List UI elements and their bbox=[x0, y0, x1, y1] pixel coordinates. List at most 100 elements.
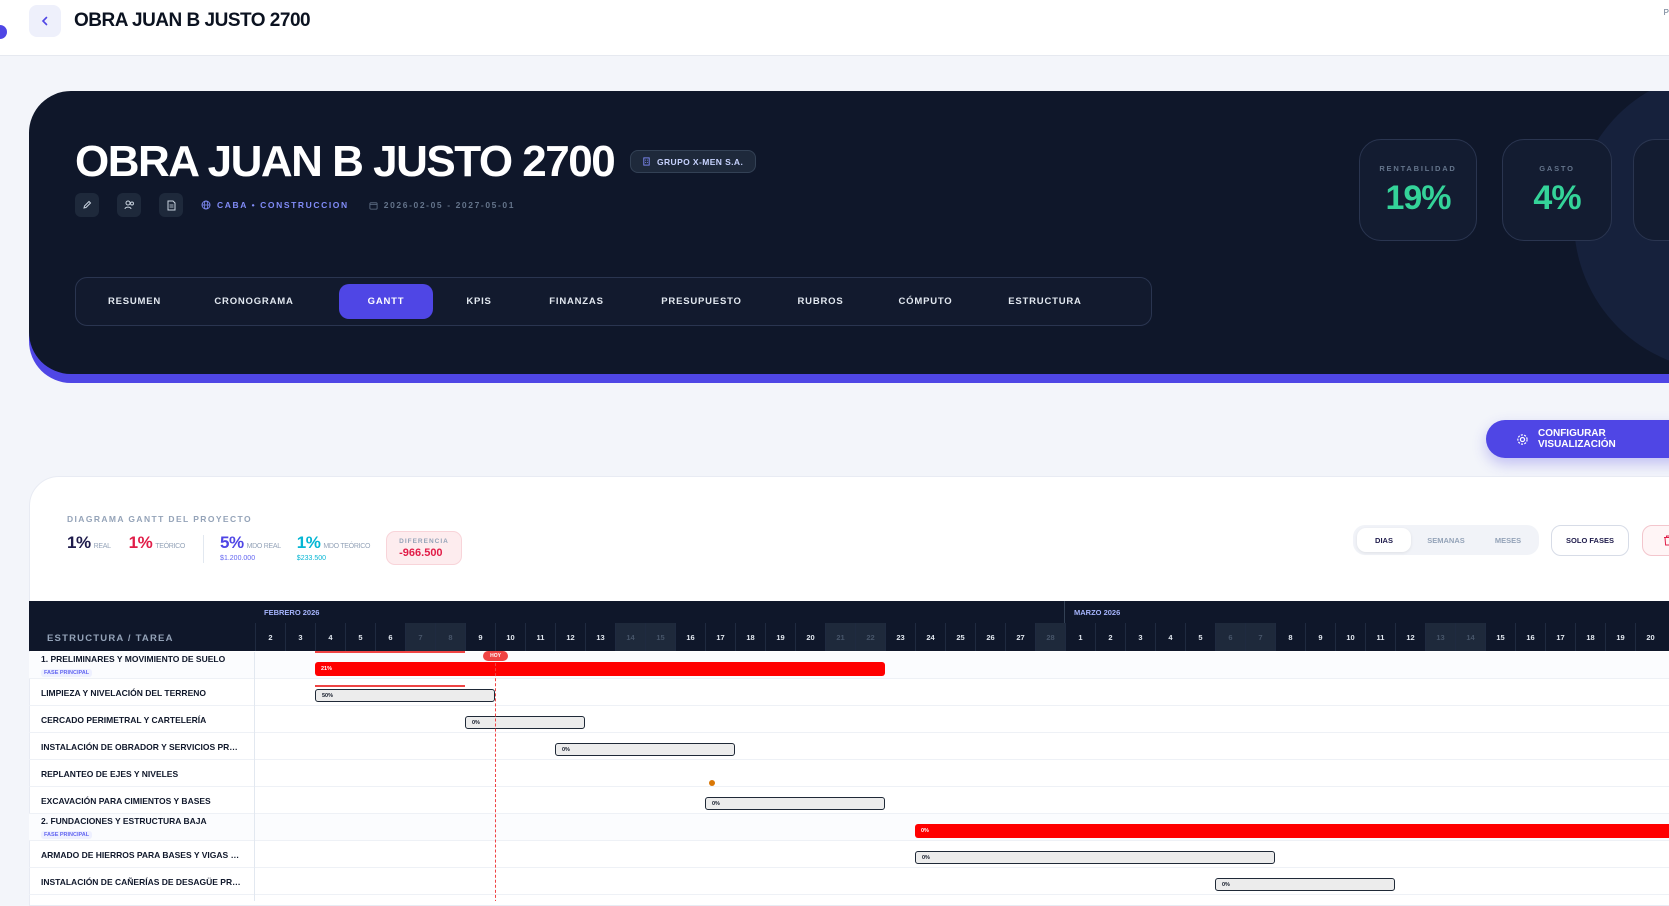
row-name: 2. FUNDACIONES Y ESTRUCTURA BAJA bbox=[41, 816, 207, 826]
day-cell: 13 bbox=[585, 623, 615, 651]
task-row[interactable]: REPLANTEO DE EJES Y NIVELES bbox=[29, 760, 1669, 787]
day-cell: 3 bbox=[1125, 623, 1155, 651]
solo-fases-button[interactable]: SOLO FASES bbox=[1551, 525, 1629, 556]
location-text: CABA • CONSTRUCCION bbox=[217, 200, 349, 210]
project-title: OBRA JUAN B JUSTO 2700 bbox=[75, 137, 616, 186]
tab-computo[interactable]: CÓMPUTO bbox=[876, 284, 975, 319]
day-cell: 13 bbox=[1425, 623, 1455, 651]
gantt-bar-obrador[interactable]: 0% bbox=[555, 743, 735, 756]
day-cell: 26 bbox=[975, 623, 1005, 651]
view-mode-meses[interactable]: MESES bbox=[1481, 528, 1535, 552]
view-mode-semanas[interactable]: SEMANAS bbox=[1415, 528, 1477, 552]
stat-teorico: 1% TEÓRICO bbox=[128, 533, 186, 553]
day-cell: 17 bbox=[705, 623, 735, 651]
view-mode-dias[interactable]: DIAS bbox=[1357, 528, 1411, 552]
stat-mdo-real-value: 5% bbox=[220, 533, 244, 552]
stat-real-label: REAL bbox=[93, 543, 111, 550]
milestone-replanteo[interactable] bbox=[709, 780, 715, 786]
stat-real: 1% REAL bbox=[67, 533, 111, 553]
day-cell: 24 bbox=[915, 623, 945, 651]
day-cell: 8 bbox=[435, 623, 465, 651]
gantt-bar-limpieza[interactable]: 50% bbox=[315, 689, 495, 702]
day-cell: 16 bbox=[675, 623, 705, 651]
day-cell: 10 bbox=[1335, 623, 1365, 651]
chevron-left-icon bbox=[41, 16, 48, 26]
stat-diferencia: DIFERENCIA -966.500 bbox=[386, 531, 462, 565]
month-label: MARZO 2026 bbox=[1074, 608, 1121, 617]
company-badge[interactable]: GRUPO X-MEN S.A. bbox=[630, 150, 757, 173]
gantt-bar-excavacion[interactable]: 0% bbox=[705, 797, 885, 810]
month-label: FEBRERO 2026 bbox=[264, 608, 320, 617]
tab-resumen[interactable]: RESUMEN bbox=[86, 284, 183, 319]
team-button[interactable] bbox=[117, 193, 141, 217]
top-right-text: P bbox=[1663, 8, 1669, 17]
row-name: 1. PRELIMINARES Y MOVIMIENTO DE SUELO bbox=[41, 654, 226, 664]
day-cell: 19 bbox=[765, 623, 795, 651]
row-name: INSTALACIÓN DE OBRADOR Y SERVICIOS PRO..… bbox=[41, 742, 241, 752]
today-marker: HOY bbox=[483, 651, 508, 661]
gantt-bar-phase-1[interactable]: 21% bbox=[315, 662, 885, 676]
day-cell: 22 bbox=[855, 623, 885, 651]
day-cell: 20 bbox=[795, 623, 825, 651]
day-cell: 19 bbox=[1605, 623, 1635, 651]
delete-button[interactable] bbox=[1642, 525, 1669, 556]
day-cell: 11 bbox=[1365, 623, 1395, 651]
project-meta: CABA • CONSTRUCCION 2026-02-05 - 2027-05… bbox=[75, 193, 535, 217]
building-icon bbox=[643, 157, 650, 166]
calendar-icon bbox=[369, 201, 378, 210]
task-row[interactable]: INSTALACIÓN DE CAÑERÍAS DE DESAGÜE PRI..… bbox=[29, 868, 1669, 895]
back-button[interactable] bbox=[29, 5, 61, 37]
day-cell: 20 bbox=[1635, 623, 1665, 651]
document-icon bbox=[167, 200, 175, 210]
gantt-column-title: ESTRUCTURA / TAREA bbox=[47, 633, 174, 644]
phase-tag: FASE PRINCIPAL bbox=[41, 669, 93, 677]
gantt-bar-phase-2[interactable]: 0% bbox=[915, 824, 1669, 838]
sidebar-toggle-dot[interactable] bbox=[0, 25, 7, 39]
stat-mdo-teorico: 1% MDO TEÓRICO $233.500 bbox=[297, 533, 371, 562]
day-cell: 6 bbox=[375, 623, 405, 651]
document-button[interactable] bbox=[159, 193, 183, 217]
task-row[interactable]: CERCADO PERIMETRAL Y CARTELERÍA bbox=[29, 706, 1669, 733]
phase-progress-line bbox=[315, 651, 465, 653]
task-row[interactable]: ARMADO DE HIERROS PARA BASES Y VIGAS D..… bbox=[29, 841, 1669, 868]
day-cell: 18 bbox=[735, 623, 765, 651]
day-cell: 9 bbox=[465, 623, 495, 651]
tab-estructura[interactable]: ESTRUCTURA bbox=[985, 284, 1105, 319]
day-cell: 10 bbox=[495, 623, 525, 651]
gantt-bar-canerias[interactable]: 0% bbox=[1215, 878, 1395, 891]
tab-cronograma[interactable]: CRONOGRAMA bbox=[194, 284, 314, 319]
gantt-bar-cercado[interactable]: 0% bbox=[465, 716, 585, 729]
day-cell: 28 bbox=[1035, 623, 1065, 651]
tab-finanzas[interactable]: FINANZAS bbox=[525, 284, 628, 319]
day-cell: 4 bbox=[1155, 623, 1185, 651]
row-name: ARMADO DE HIERROS PARA BASES Y VIGAS D..… bbox=[41, 850, 241, 860]
day-cell: 3 bbox=[285, 623, 315, 651]
task-row[interactable]: INSTALACIÓN DE OBRADOR Y SERVICIOS PRO..… bbox=[29, 733, 1669, 760]
month-separator bbox=[1064, 601, 1065, 623]
stat-mdo-real-label: MDO REAL bbox=[246, 543, 281, 550]
gantt-bar-armado[interactable]: 0% bbox=[915, 851, 1275, 864]
configure-view-button[interactable]: CONFIGURAR VISUALIZACIÓN bbox=[1486, 420, 1669, 458]
tab-kpis[interactable]: KPIS bbox=[443, 284, 515, 319]
day-cell: 16 bbox=[1515, 623, 1545, 651]
day-cell: 4 bbox=[315, 623, 345, 651]
day-cell: 11 bbox=[525, 623, 555, 651]
configure-view-label: CONFIGURAR VISUALIZACIÓN bbox=[1537, 428, 1616, 450]
stat-teorico-value: 1% bbox=[128, 533, 153, 552]
row-name: REPLANTEO DE EJES Y NIVELES bbox=[41, 769, 179, 779]
row-name: INSTALACIÓN DE CAÑERÍAS DE DESAGÜE PRI..… bbox=[41, 877, 241, 887]
name-column-border bbox=[254, 652, 255, 901]
edit-button[interactable] bbox=[75, 193, 99, 217]
gantt-table: FEBRERO 2026 MARZO 2026 ESTRUCTURA / TAR… bbox=[29, 601, 1669, 901]
kpi-label: RENTABILIDAD bbox=[1379, 164, 1457, 173]
kpi-value: 4% bbox=[1533, 179, 1581, 217]
day-cell: 18 bbox=[1575, 623, 1605, 651]
diferencia-label: DIFERENCIA bbox=[399, 538, 449, 545]
task-row[interactable]: LIMPIEZA Y NIVELACIÓN DEL TERRENO bbox=[29, 679, 1669, 706]
gantt-stats: 1% REAL 1% TEÓRICO 5% MDO REAL $1.200.00… bbox=[67, 531, 462, 565]
tab-gantt[interactable]: GANTT bbox=[339, 284, 433, 319]
tab-rubros[interactable]: RUBROS bbox=[775, 284, 866, 319]
task-progress-line bbox=[315, 685, 465, 687]
tab-presupuesto[interactable]: PRESUPUESTO bbox=[638, 284, 765, 319]
day-cell: 5 bbox=[1185, 623, 1215, 651]
